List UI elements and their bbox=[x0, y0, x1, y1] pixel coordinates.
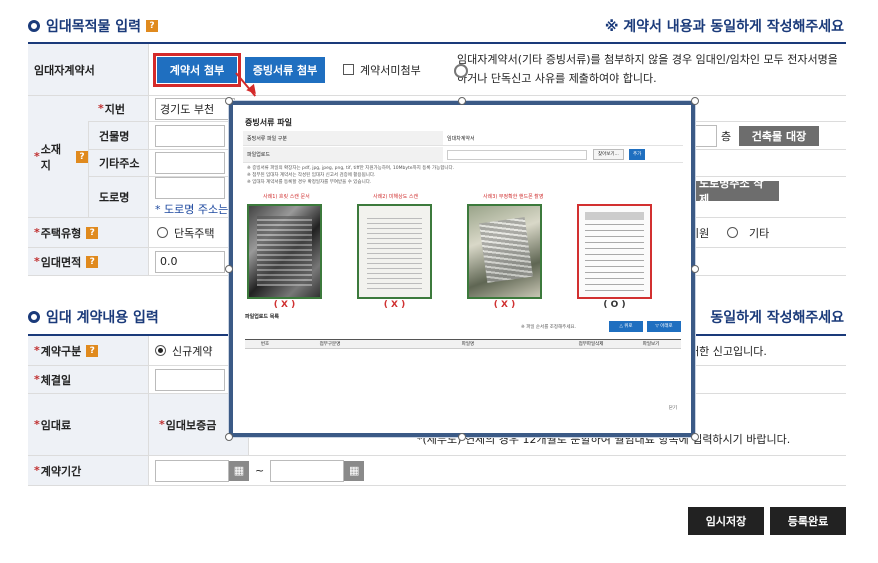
resize-handle[interactable] bbox=[691, 265, 699, 273]
mark-x-2: ( X ) bbox=[383, 300, 406, 310]
help-icon[interactable]: ? bbox=[76, 150, 88, 163]
calendar-icon[interactable]: ▦ bbox=[229, 460, 249, 481]
example-label-3: 사례3) 부정확한 핸드폰 촬영 bbox=[483, 194, 544, 200]
jibun-input[interactable]: 경기도 부천 bbox=[155, 97, 235, 120]
modal-hint-2: ※ 첨부된 임대차 계약서는 작성된 임대차 신고서 검증에 활용됩니다. bbox=[247, 173, 376, 178]
move-up-button[interactable]: △ 위로 bbox=[609, 321, 643, 332]
help-icon[interactable]: ? bbox=[86, 226, 99, 239]
file-path-input[interactable] bbox=[447, 149, 587, 160]
evidence-file-modal: 증빙서류 파일 증빙서류 파일 구분 임대차계약서 파일업로드 찾아보기... … bbox=[229, 101, 695, 437]
help-icon[interactable]: ? bbox=[86, 344, 99, 357]
no-contract-label: 계약서미첨부 bbox=[360, 63, 421, 77]
section-title-property: 임대목적물 입력 ? bbox=[28, 16, 159, 36]
resize-handle[interactable] bbox=[691, 97, 699, 105]
no-contract-checkbox[interactable] bbox=[343, 64, 354, 75]
example-label-1: 사례1) 흐릿 스캔 문서 bbox=[263, 194, 310, 200]
example-thumb-blurry-scan bbox=[247, 204, 322, 299]
period-end-input[interactable] bbox=[270, 459, 345, 482]
browse-button[interactable]: 찾아보기... bbox=[593, 149, 624, 160]
help-icon[interactable]: ? bbox=[86, 255, 99, 268]
period-start-input[interactable] bbox=[155, 459, 229, 482]
help-icon[interactable]: ? bbox=[146, 20, 159, 32]
contract-type-radio-new[interactable] bbox=[155, 345, 166, 356]
period-row: * 계약기간 ▦ ~ ▦ bbox=[28, 456, 846, 486]
modal-hint-1: ※ 증빙서류 파일의 확장자는 pdf, jpg, jpeg, png, tif… bbox=[247, 166, 455, 171]
modal-hint-3: ※ 임대차 계약서를 등록할 경우 확정일자를 부여받을 수 있습니다. bbox=[247, 180, 372, 185]
resize-handle[interactable] bbox=[458, 97, 466, 105]
example-thumb-phone-photo bbox=[467, 204, 542, 299]
resize-handle[interactable] bbox=[225, 265, 233, 273]
conclusion-date-input[interactable] bbox=[155, 368, 225, 391]
building-input[interactable] bbox=[155, 124, 225, 147]
contract-description: 임대자계약서(기타 증빙서류)를 첨부하지 않을 경우 임대인/임차인 모두 전… bbox=[457, 53, 837, 85]
other-addr-input[interactable] bbox=[155, 151, 225, 174]
upload-list-title: 파일업로드 목록 bbox=[245, 314, 279, 320]
example-thumb-correct bbox=[577, 204, 652, 299]
order-note: ※ 파일 순서를 조정해주세요. bbox=[521, 325, 577, 330]
building-register-button[interactable]: 건축물 대장 bbox=[739, 125, 819, 146]
attach-evidence-button[interactable]: 증빙서류 첨부 bbox=[245, 56, 325, 83]
temp-save-button[interactable]: 임시저장 bbox=[688, 507, 764, 535]
calendar-icon[interactable]: ▦ bbox=[344, 460, 365, 481]
road-input[interactable] bbox=[155, 177, 225, 199]
resize-handle[interactable] bbox=[691, 433, 699, 441]
attach-contract-button[interactable]: 계약서 첨부 bbox=[157, 56, 237, 83]
modal-close-button[interactable]: 닫기 bbox=[669, 405, 677, 411]
house-type-radio-other[interactable] bbox=[727, 227, 738, 238]
doc-type-select[interactable]: 임대차계약서 bbox=[443, 131, 683, 145]
contract-label: 임대자계약서 bbox=[28, 44, 148, 95]
add-file-button[interactable]: 추가 bbox=[629, 149, 646, 160]
section-note: ※ 계약서 내용과 동일하게 작성해주세요 bbox=[604, 19, 844, 35]
mark-x-1: ( X ) bbox=[273, 300, 296, 310]
contract-btn-highlight: 계약서 첨부 bbox=[153, 52, 241, 87]
road-delete-button[interactable]: 도로명주소 삭제 bbox=[689, 177, 779, 206]
area-input[interactable]: 0.0 bbox=[155, 250, 225, 273]
mark-x-3: ( X ) bbox=[493, 300, 516, 310]
contract-row: 임대자계약서 계약서 첨부 증빙서류 첨부 계약서미첨부 임대자계약서(기타 증… bbox=[28, 44, 846, 96]
example-thumb-low-resolution bbox=[357, 204, 432, 299]
modal-title: 증빙서류 파일 bbox=[245, 118, 292, 127]
circle-bullet-icon bbox=[28, 20, 40, 32]
modal-doc-type-row: 증빙서류 파일 구분 임대차계약서 bbox=[243, 131, 683, 146]
resize-handle[interactable] bbox=[458, 433, 466, 441]
move-down-button[interactable]: ▽ 아래로 bbox=[647, 321, 681, 332]
location-label: * 소재지? bbox=[28, 96, 88, 217]
register-complete-button[interactable]: 등록완료 bbox=[770, 507, 846, 535]
road-note: * 도로명 주소는 bbox=[155, 203, 229, 216]
resize-handle[interactable] bbox=[225, 97, 233, 105]
resize-handle[interactable] bbox=[225, 433, 233, 441]
example-label-2: 사례2) 미해상도 스캔 bbox=[373, 194, 419, 200]
upload-list-header: 번호 첨부구분명 파일명 첨부파일삭제 파일보기 bbox=[245, 339, 681, 349]
modal-upload-row: 파일업로드 찾아보기... 추가 bbox=[243, 147, 683, 163]
section-title-contract: 임대 계약내용 입력 bbox=[28, 307, 159, 327]
floor-unit: 층 bbox=[721, 129, 732, 143]
section2-note: 동일하게 작성해주세요 bbox=[710, 310, 844, 326]
circle-bullet-icon bbox=[28, 311, 40, 323]
rotate-handle-icon[interactable] bbox=[454, 64, 468, 78]
mark-o: ( O ) bbox=[603, 300, 626, 310]
house-type-radio-detached[interactable] bbox=[157, 227, 168, 238]
